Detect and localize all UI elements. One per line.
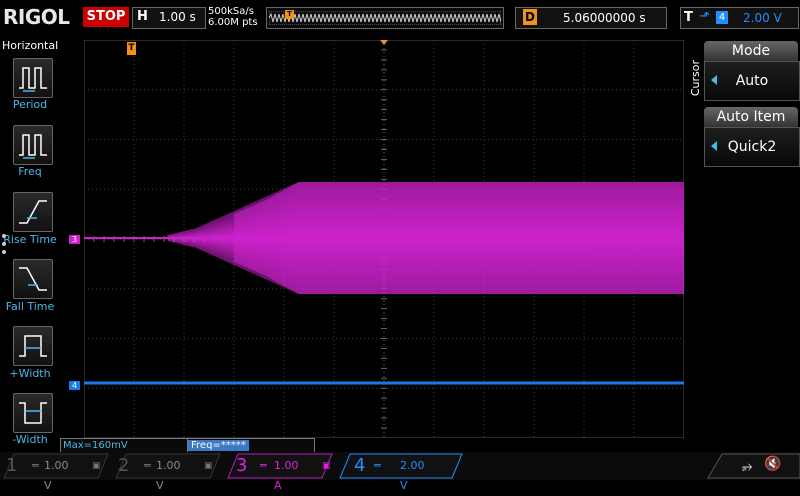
fall-time-label: Fall Time bbox=[5, 300, 55, 313]
frequency-label: Freq bbox=[18, 165, 42, 178]
auto-item-selector[interactable]: Quick2 bbox=[704, 127, 800, 167]
timebase-value: 1.00 s bbox=[159, 10, 196, 24]
mode-selector[interactable]: Auto bbox=[704, 61, 800, 101]
trigger-source-badge: 4 bbox=[716, 11, 728, 24]
fall-time-button[interactable] bbox=[13, 259, 53, 299]
left-arrow-icon bbox=[711, 75, 717, 85]
channel-2-scale: 1.00 V bbox=[156, 459, 181, 492]
horizontal-measure-menu: Horizontal Period Freq Rise Time Fall Ti… bbox=[0, 36, 60, 450]
trigger-time-marker[interactable]: T bbox=[127, 42, 136, 55]
trigger-label: T bbox=[684, 10, 693, 25]
page-indicator[interactable] bbox=[2, 234, 6, 258]
negative-width-button[interactable] bbox=[13, 393, 53, 433]
channel-1-scale: 1.00 V bbox=[44, 459, 69, 492]
frequency-icon bbox=[19, 134, 47, 159]
delay-label: D bbox=[523, 9, 537, 25]
measurement-frequency-value: Freq=***** bbox=[188, 440, 249, 451]
usb-icon: ⭈ bbox=[742, 459, 753, 474]
negative-width-icon bbox=[19, 402, 47, 424]
channel-2-number: 2 bbox=[118, 455, 130, 476]
overview-trigger-marker: T bbox=[285, 10, 294, 19]
channel-4-scale: 2.00 V bbox=[400, 459, 425, 492]
period-label: Period bbox=[12, 98, 48, 111]
timebase-label: H bbox=[137, 9, 148, 24]
channel-3-number: 3 bbox=[236, 455, 248, 476]
trigger-level: 2.00 V bbox=[743, 11, 782, 25]
channel-2-bw-icon: ▣ bbox=[204, 461, 213, 471]
mode-value: Auto bbox=[735, 73, 769, 89]
run-stop-status[interactable]: STOP bbox=[83, 7, 129, 27]
channel-2-coupling-icon: ═ bbox=[144, 459, 151, 472]
negative-width-label: -Width bbox=[12, 433, 48, 446]
auto-item-value: Quick2 bbox=[727, 139, 777, 155]
positive-width-label: +Width bbox=[9, 367, 51, 380]
timebase-display[interactable]: H 1.00 s bbox=[132, 7, 206, 29]
channel-3-bw-icon: ▣ bbox=[322, 461, 331, 471]
frequency-button[interactable] bbox=[13, 125, 53, 165]
overview-waveform-icon bbox=[269, 11, 501, 25]
waveform-overview[interactable]: T bbox=[266, 7, 504, 29]
measurement-max[interactable]: Max=160mV bbox=[60, 438, 188, 453]
mode-label: Mode bbox=[704, 41, 798, 61]
fall-time-icon bbox=[19, 267, 47, 291]
rise-time-icon bbox=[19, 200, 47, 224]
channel-3-coupling-icon: ═ bbox=[260, 459, 267, 472]
rise-time-label: Rise Time bbox=[3, 233, 57, 246]
rise-time-button[interactable] bbox=[13, 192, 53, 232]
positive-width-button[interactable] bbox=[13, 326, 53, 366]
channel-1-number: 1 bbox=[6, 455, 18, 476]
rising-edge-icon: ⬏ bbox=[699, 9, 710, 24]
sample-rate: 500kSa/s bbox=[208, 6, 254, 17]
channel-1-bw-icon: ▣ bbox=[92, 461, 101, 471]
period-button[interactable] bbox=[13, 58, 53, 98]
cursor-menu-tab: Cursor bbox=[689, 60, 702, 97]
brand-logo: RIGOL bbox=[3, 5, 70, 29]
channel-4-coupling-icon: ═ bbox=[374, 459, 381, 472]
auto-item-label: Auto Item bbox=[704, 107, 798, 127]
waveform-display[interactable] bbox=[84, 40, 684, 438]
menu-title: Horizontal bbox=[2, 39, 59, 52]
delay-value: 5.06000000 s bbox=[563, 11, 646, 25]
channel-1-coupling-icon: ═ bbox=[32, 459, 39, 472]
status-bar: RIGOL STOP H 1.00 s 500kSa/s 6.00M pts T… bbox=[0, 0, 800, 36]
period-icon bbox=[19, 67, 47, 92]
channel-3-scale: 1.00 A bbox=[274, 459, 299, 492]
channel-4-offset-marker[interactable]: 4 bbox=[69, 381, 80, 390]
left-arrow-icon bbox=[711, 141, 717, 151]
measurement-frequency[interactable]: Freq=***** bbox=[187, 438, 315, 453]
channel-3-offset-marker[interactable]: 3 bbox=[69, 235, 80, 244]
positive-width-icon bbox=[19, 335, 47, 357]
memory-depth: 6.00M pts bbox=[208, 17, 258, 28]
channel-4-number: 4 bbox=[354, 455, 366, 476]
speaker-muted-icon[interactable]: 🔇 bbox=[764, 456, 781, 472]
